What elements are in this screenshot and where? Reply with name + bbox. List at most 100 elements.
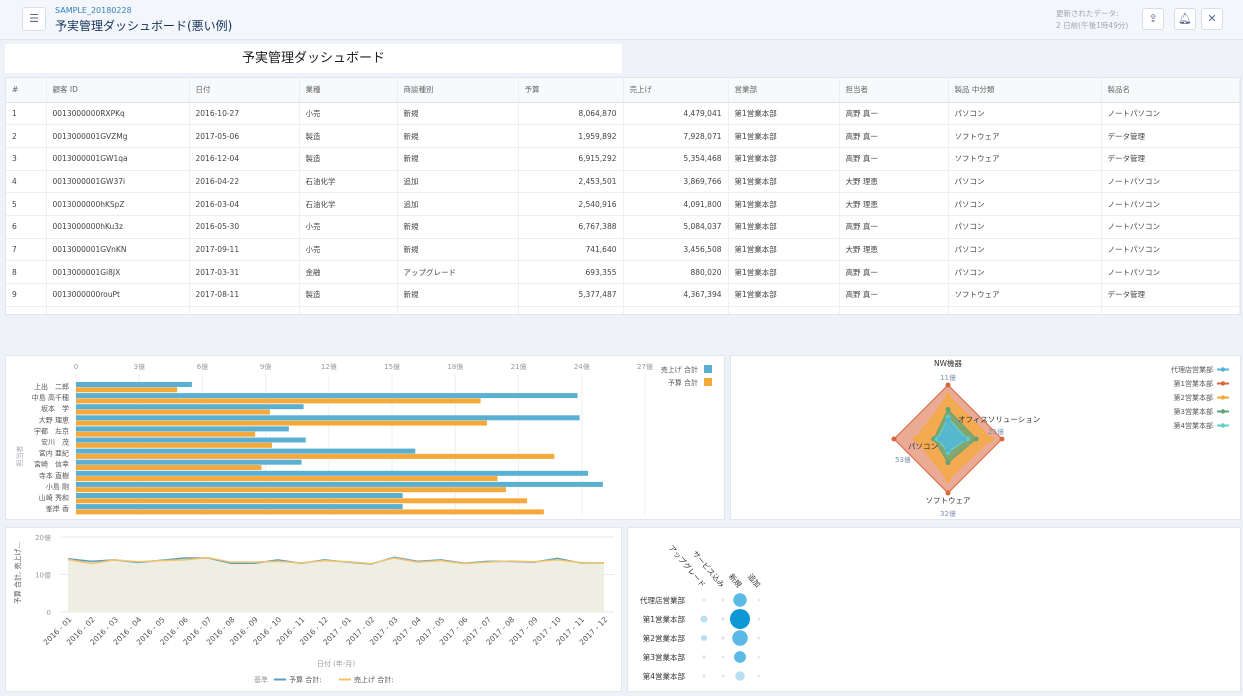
legend-label: 売上げ 合計:	[354, 675, 394, 684]
bubble	[757, 598, 761, 602]
updated-label: 更新されたデータ:	[1056, 9, 1119, 18]
y-category-label: 宮崎 信幸	[34, 460, 69, 469]
column-header[interactable]: 商談種別	[397, 78, 519, 103]
table-cell: 金融	[299, 260, 398, 284]
table-cell	[46, 306, 190, 314]
table-cell: 693,355	[518, 260, 624, 284]
table-row[interactable]: 7 0013000001GVnKN 2017-09-11 小売 新規 741,640 3,4…	[6, 238, 1240, 262]
table-cell: 石油化学	[299, 170, 398, 194]
table-row[interactable]: 1 0013000000RXPKq 2016-10-27 小売 新規 8,064,870 4…	[6, 102, 1240, 126]
table-row[interactable]: 8 0013000001Gi8JX 2017-03-31 金融 アップグレード 693,3…	[6, 260, 1240, 284]
updated-value: 2 日前(午後1時49分)	[1056, 21, 1129, 30]
table-row[interactable]: 2 0013000001GVZMg 2017-05-06 製造 新規 1,959,892 7…	[6, 124, 1240, 148]
column-header[interactable]: 担当者	[839, 78, 949, 103]
table-cell	[189, 306, 300, 314]
table-cell: 製造	[299, 124, 398, 148]
column-header[interactable]: 製品 中分類	[948, 78, 1102, 103]
bar	[76, 493, 403, 498]
table-cell: 0013000001GVZMg	[46, 124, 190, 148]
table-row[interactable]: 9 0013000000rouPt 2017-08-11 製造 新規 5,377,487 4…	[6, 283, 1240, 307]
table-cell: 0013000000hKSpZ	[46, 192, 190, 216]
bar	[76, 470, 589, 476]
table-cell	[299, 306, 398, 314]
column-header[interactable]: 営業部	[728, 78, 840, 103]
share-icon[interactable]: ⇪	[1142, 8, 1164, 30]
table-cell: アップグレード	[397, 260, 519, 284]
table-cell	[518, 306, 624, 314]
bar	[76, 398, 481, 404]
table-row[interactable]: 5 0013000000hKSpZ 2016-03-04 石油化学 追加 2,540,91…	[6, 192, 1240, 216]
x-tick-label: 0	[74, 363, 78, 371]
table-cell: 新規	[397, 238, 519, 262]
column-header[interactable]: 業種	[299, 78, 398, 103]
table-cell: 小売	[299, 238, 398, 262]
table-cell: 7	[6, 238, 47, 262]
x-tick-label: 24億	[574, 362, 590, 371]
table-cell	[397, 306, 519, 314]
table-cell: 2,453,501	[518, 170, 624, 194]
table-cell: 高野 真一	[839, 215, 949, 239]
table-cell: 6,915,292	[518, 147, 624, 171]
column-header[interactable]: 製品名	[1101, 78, 1240, 103]
table-cell: パソコン	[948, 238, 1102, 262]
bar	[76, 487, 506, 493]
bar	[76, 437, 306, 443]
table-cell: 2017-08-11	[189, 283, 300, 307]
x-tick-label: 21億	[511, 362, 527, 371]
radar-point	[912, 436, 918, 442]
legend-marker	[1220, 381, 1226, 386]
column-header[interactable]: 売上げ	[623, 78, 729, 103]
column-header[interactable]: #	[6, 78, 47, 103]
radar-point	[945, 477, 951, 482]
bubble	[757, 636, 761, 640]
close-icon[interactable]: ✕	[1201, 8, 1223, 30]
table-cell: ノートパソコン	[1101, 215, 1240, 239]
table-cell: 4,367,394	[623, 283, 729, 307]
dashboard-subtitle[interactable]: SAMPLE_20180228	[55, 6, 132, 15]
list-icon[interactable]: ☰	[22, 7, 46, 31]
table-cell: 1,959,892	[518, 124, 624, 148]
column-header[interactable]: 予算	[518, 78, 624, 103]
table-row[interactable]: 3 0013000001GW1qa 2016-12-04 製造 新規 6,915,292 5…	[6, 147, 1240, 171]
bubble	[721, 598, 725, 602]
y-axis-label: 担当者	[15, 446, 24, 467]
dashboard-name: 予実管理ダッシュボード(悪い例)	[55, 19, 233, 33]
bubble	[700, 615, 708, 623]
table-cell: 2	[6, 124, 47, 148]
table-cell	[1101, 306, 1240, 314]
table-cell: 2017-03-31	[189, 260, 300, 284]
bubble	[757, 674, 761, 678]
y-axis-label: 予算 合計, 売上げ...	[13, 542, 22, 604]
radar-chart-panel: NW機器 11億 オフィスソリューション 25億 ソフトウェア 32億 パソコン 53億 代理店…	[730, 355, 1241, 520]
bar	[76, 409, 270, 415]
dashboard-title: 予実管理ダッシュボード	[5, 44, 622, 73]
table-cell: 0013000001GW1qa	[46, 147, 190, 171]
bar	[76, 404, 304, 410]
header: ☰ SAMPLE_20180228 予実管理ダッシュボード(悪い例) 更新された…	[0, 0, 1243, 40]
table-cell: 高野 真一	[839, 283, 949, 307]
table-row-partial	[6, 306, 1240, 314]
y-category-label: 大野 理恵	[39, 415, 69, 424]
table-cell: データ管理	[1101, 283, 1240, 307]
table-row[interactable]: 4 0013000001GW37i 2016-04-22 石油化学 追加 2,453,50…	[6, 170, 1240, 194]
table-row[interactable]: 6 0013000000hKu3z 2016-05-30 小売 新規 6,767,388 5…	[6, 215, 1240, 239]
table-cell: 1	[6, 102, 47, 126]
table-cell: 741,640	[518, 238, 624, 262]
bar	[76, 453, 555, 459]
bubble	[701, 635, 707, 641]
bubble	[757, 617, 761, 621]
y-tick-label: 20億	[35, 533, 51, 542]
y-tick-label: 10億	[35, 571, 51, 580]
radar-point	[961, 436, 967, 442]
x-tick-label: 15億	[384, 362, 400, 371]
table-header: # 顧客 ID 日付 業種 商談種別 予算 売上げ 営業部 担当者 製品 中分類 製品名	[6, 78, 1240, 103]
table-cell: 高野 真一	[839, 147, 949, 171]
table-cell: ノートパソコン	[1101, 238, 1240, 262]
bar	[76, 382, 192, 387]
bell-icon[interactable]: 🔔︎	[1174, 8, 1196, 30]
column-header[interactable]: 顧客 ID	[46, 78, 190, 103]
table-cell: 製造	[299, 147, 398, 171]
legend-label: 第1営業本部	[1174, 379, 1213, 388]
column-header[interactable]: 日付	[189, 78, 300, 103]
radar-chart: NW機器 11億オフィスソリューション 25億ソフトウェア 32億 パソコン 53億 代理店…	[891, 358, 1229, 518]
